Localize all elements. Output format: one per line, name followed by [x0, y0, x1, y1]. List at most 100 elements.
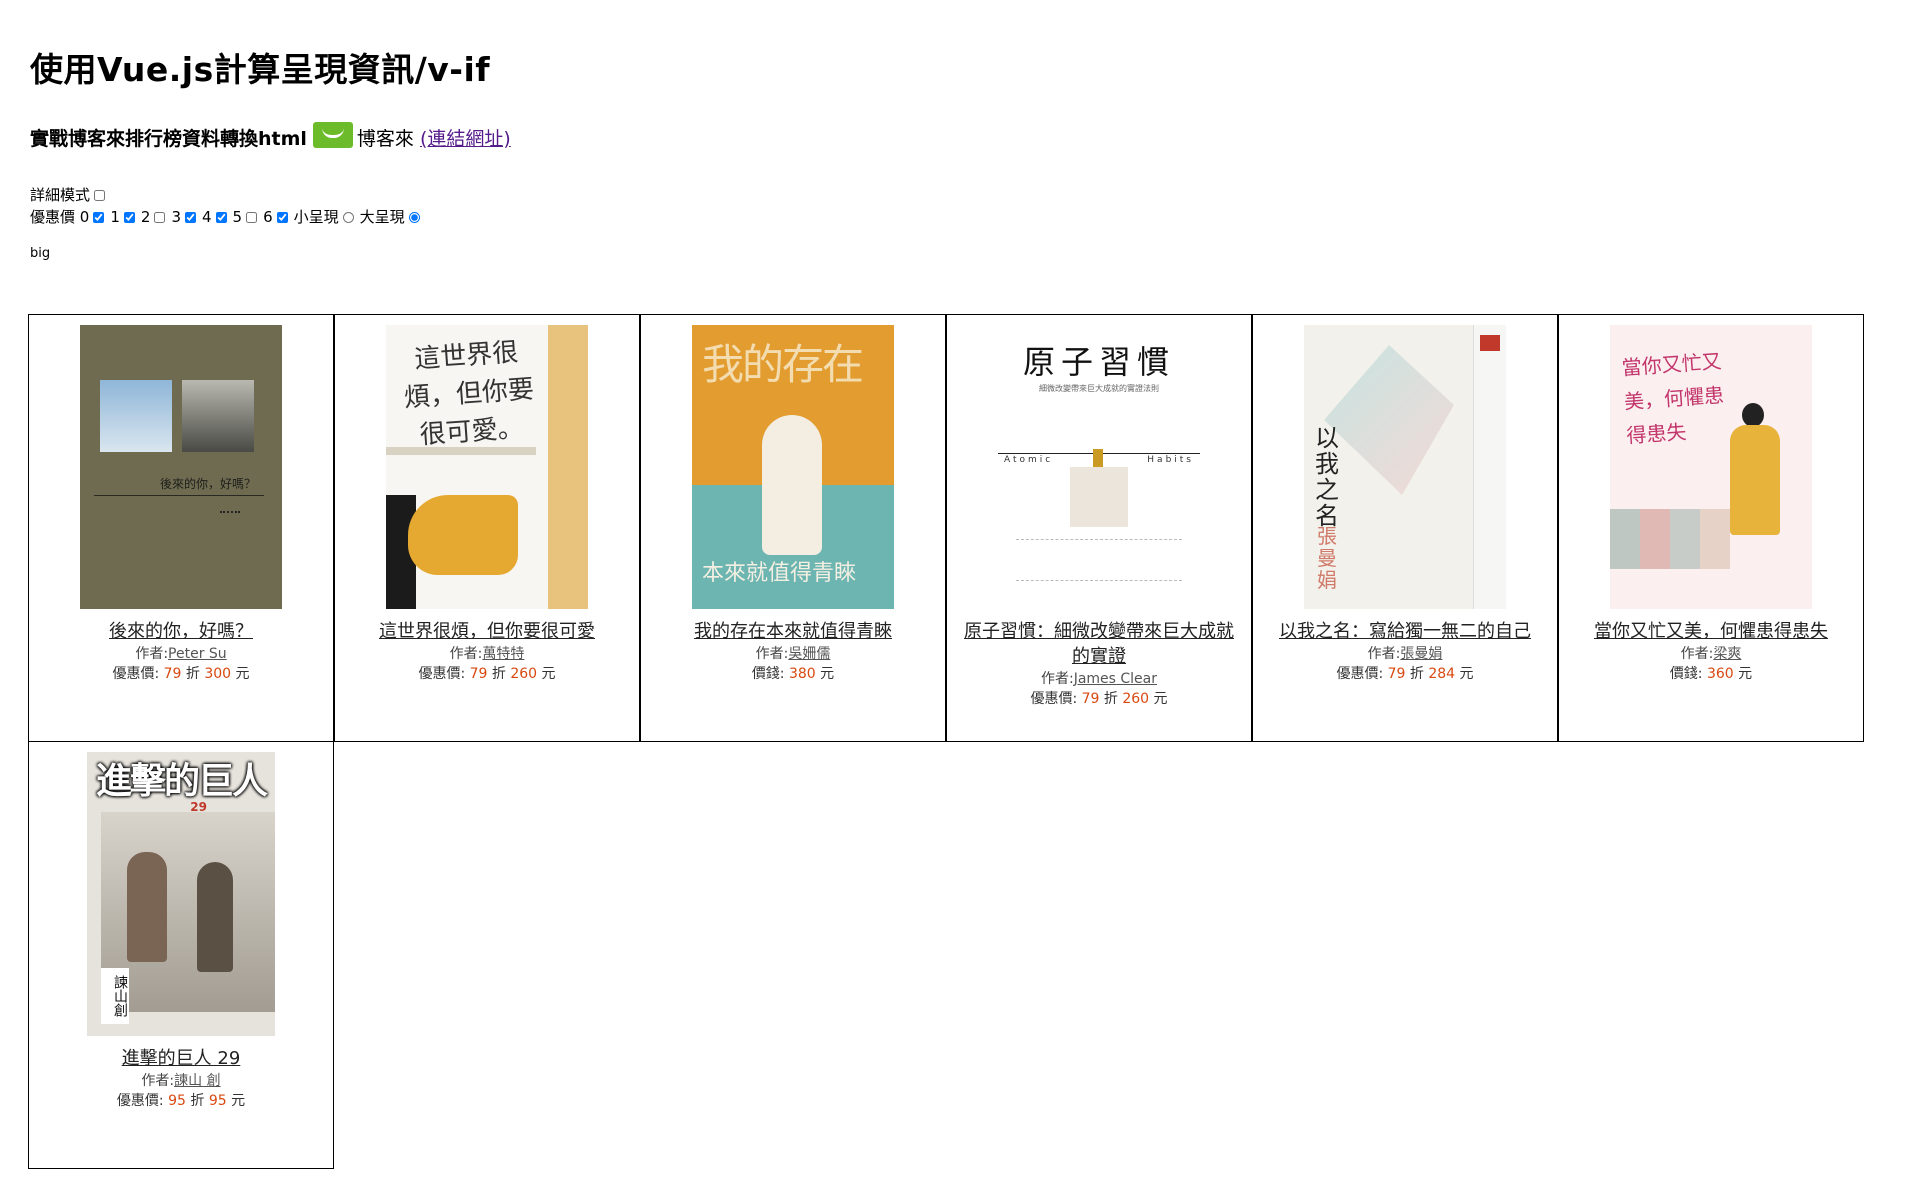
cover-photo-skirt [408, 495, 518, 575]
book-cover[interactable]: 這世界很煩，但你要很可愛。 [386, 325, 588, 609]
author-label: 作者: [135, 646, 169, 662]
author-name-link[interactable]: 萬特特 [482, 646, 524, 662]
price-value: 360 [1706, 666, 1734, 682]
author-name-link[interactable]: James Clear [1074, 671, 1157, 687]
discount-option-5-label: 5 [232, 207, 243, 226]
size-small-label: 小呈現 [293, 207, 339, 226]
book-author: 作者:吳姍儒 [641, 644, 945, 664]
source-link[interactable]: (連結網址) [420, 124, 511, 151]
book-title-link[interactable]: 我的存在本來就值得青睞 [641, 619, 945, 644]
price-value: 300 [204, 666, 232, 682]
book-card: 當你又忙又美，何懼患得患失 當你又忙又美，何懼患得患失 作者:梁爽 價錢: 36… [1558, 314, 1864, 742]
discount-2-checkbox[interactable] [154, 211, 166, 223]
discount-value: 79 [469, 666, 488, 682]
cover-title: 進擊的巨人 [95, 760, 268, 802]
filter-row: 優惠價 0 1 2 3 4 5 6 小呈現 大呈現 [30, 206, 1920, 228]
page-root: 使用Vue.js計算呈現資訊/v-if 實戰博客來排行榜資料轉換html 博客來… [0, 0, 1920, 266]
cover-figure-head [1742, 403, 1764, 427]
cover-photo-person [762, 415, 822, 555]
book-price: 價錢: 380 元 [641, 664, 945, 684]
discount-option-6-label: 6 [263, 207, 273, 226]
detail-mode-row: 詳細模式 [30, 184, 1920, 206]
author-label: 作者: [755, 646, 789, 662]
cover-author: 張曼娟 [1317, 524, 1337, 592]
cover-figure [1093, 449, 1103, 467]
size-big-radio[interactable] [408, 211, 420, 223]
price-prefix: 價錢: [751, 666, 785, 682]
book-title-link[interactable]: 進擊的巨人 29 [29, 1046, 333, 1071]
cover-photo-mountain [182, 380, 254, 452]
discount-unit: 折 [491, 666, 506, 682]
book-author: 作者:梁爽 [1559, 644, 1863, 664]
books-logo-icon [312, 121, 353, 148]
book-title-link[interactable]: 當你又忙又美，何懼患得患失 [1559, 619, 1863, 644]
book-title-link[interactable]: 原子習慣：細微改變帶來巨大成就的實證 [947, 619, 1251, 669]
cover-houses [1610, 509, 1730, 569]
discount-option-0-label: 0 [79, 207, 90, 226]
cover-block [1070, 467, 1128, 527]
cover-author: 諫山創 [101, 968, 129, 1024]
book-title-link[interactable]: 後來的你，好嗎？ [29, 619, 333, 644]
book-cover[interactable]: 後來的你，好嗎？ [80, 325, 282, 609]
cover-title: 以我之名 [1315, 424, 1339, 530]
book-cover[interactable]: 以我之名 張曼娟 [1304, 325, 1506, 609]
cover-title: 原子習慣 [1022, 343, 1175, 381]
book-card: 原子習慣 細微改變帶來巨大成就的實證法則 Atomic Habits 原子習慣：… [946, 314, 1252, 742]
detail-mode-checkbox[interactable] [94, 189, 106, 201]
author-label: 作者: [449, 646, 483, 662]
price-prefix: 優惠價: [1030, 691, 1078, 707]
author-name-link[interactable]: Peter Su [168, 646, 227, 662]
cover-band [386, 447, 536, 455]
discount-option-3-label: 3 [171, 207, 181, 226]
discount-value: 79 [1081, 691, 1100, 707]
author-label: 作者: [1367, 646, 1401, 662]
book-title-link[interactable]: 這世界很煩，但你要很可愛 [335, 619, 639, 644]
price-value: 260 [1122, 691, 1150, 707]
book-price: 優惠價: 79 折 260 元 [947, 689, 1251, 709]
book-cover[interactable]: 原子習慣 細微改變帶來巨大成就的實證法則 Atomic Habits [998, 325, 1200, 609]
book-title-link[interactable]: 以我之名：寫給獨一無二的自己 [1253, 619, 1557, 644]
cover-volume: 29 [190, 800, 207, 814]
price-prefix: 優惠價: [418, 666, 466, 682]
cover-title: 當你又忙又美，何懼患得患失 [1620, 348, 1725, 448]
book-author: 作者:James Clear [947, 669, 1251, 689]
discount-1-checkbox[interactable] [123, 211, 135, 223]
currency: 元 [541, 666, 556, 682]
author-name-link[interactable]: 諫山 創 [174, 1073, 220, 1089]
cover-spine [548, 325, 588, 609]
discount-4-checkbox[interactable] [215, 211, 227, 223]
book-cover[interactable]: 我的存在 本來就值得青睞 [692, 325, 894, 609]
price-value: 380 [788, 666, 816, 682]
currency: 元 [820, 666, 835, 682]
discount-6-checkbox[interactable] [276, 211, 288, 223]
discount-5-checkbox[interactable] [246, 211, 258, 223]
price-value: 95 [208, 1093, 227, 1109]
author-name-link[interactable]: 梁爽 [1713, 646, 1741, 662]
author-label: 作者: [141, 1073, 175, 1089]
discount-unit: 折 [185, 666, 200, 682]
book-price: 優惠價: 79 折 260 元 [335, 664, 639, 684]
discount-value: 95 [168, 1093, 186, 1109]
book-card: 以我之名 張曼娟 以我之名：寫給獨一無二的自己 作者:張曼娟 優惠價: 79 折… [1252, 314, 1558, 742]
cover-title: 這世界很煩，但你要很可愛。 [403, 337, 535, 451]
subtitle: 實戰博客來排行榜資料轉換html 博客來 (連結網址) [30, 120, 1920, 156]
author-name-link[interactable]: 張曼娟 [1400, 646, 1442, 662]
discount-0-checkbox[interactable] [93, 211, 105, 223]
price-prefix: 價錢: [1669, 666, 1703, 682]
size-small-radio[interactable] [342, 211, 354, 223]
book-author: 作者:Peter Su [29, 644, 333, 664]
book-card: 我的存在 本來就值得青睞 我的存在本來就值得青睞 作者:吳姍儒 價錢: 380 … [640, 314, 946, 742]
detail-mode-label: 詳細模式 [30, 185, 91, 204]
book-price: 優惠價: 79 折 284 元 [1253, 664, 1557, 684]
size-big-label: 大呈現 [359, 207, 405, 226]
book-author: 作者:諫山 創 [29, 1071, 333, 1091]
book-author: 作者:萬特特 [335, 644, 639, 664]
book-cover[interactable]: 當你又忙又美，何懼患得患失 [1610, 325, 1812, 609]
author-name-link[interactable]: 吳姍儒 [788, 646, 830, 662]
book-card: 後來的你，好嗎？ 後來的你，好嗎？ 作者:Peter Su 優惠價: 79 折 … [28, 314, 334, 742]
discount-3-checkbox[interactable] [184, 211, 196, 223]
mode-text: big [30, 245, 51, 261]
cover-figure-coat [1730, 425, 1780, 535]
price-prefix: 優惠價: [1336, 666, 1384, 682]
book-cover[interactable]: 進擊的巨人 29 諫山創 [87, 752, 275, 1036]
